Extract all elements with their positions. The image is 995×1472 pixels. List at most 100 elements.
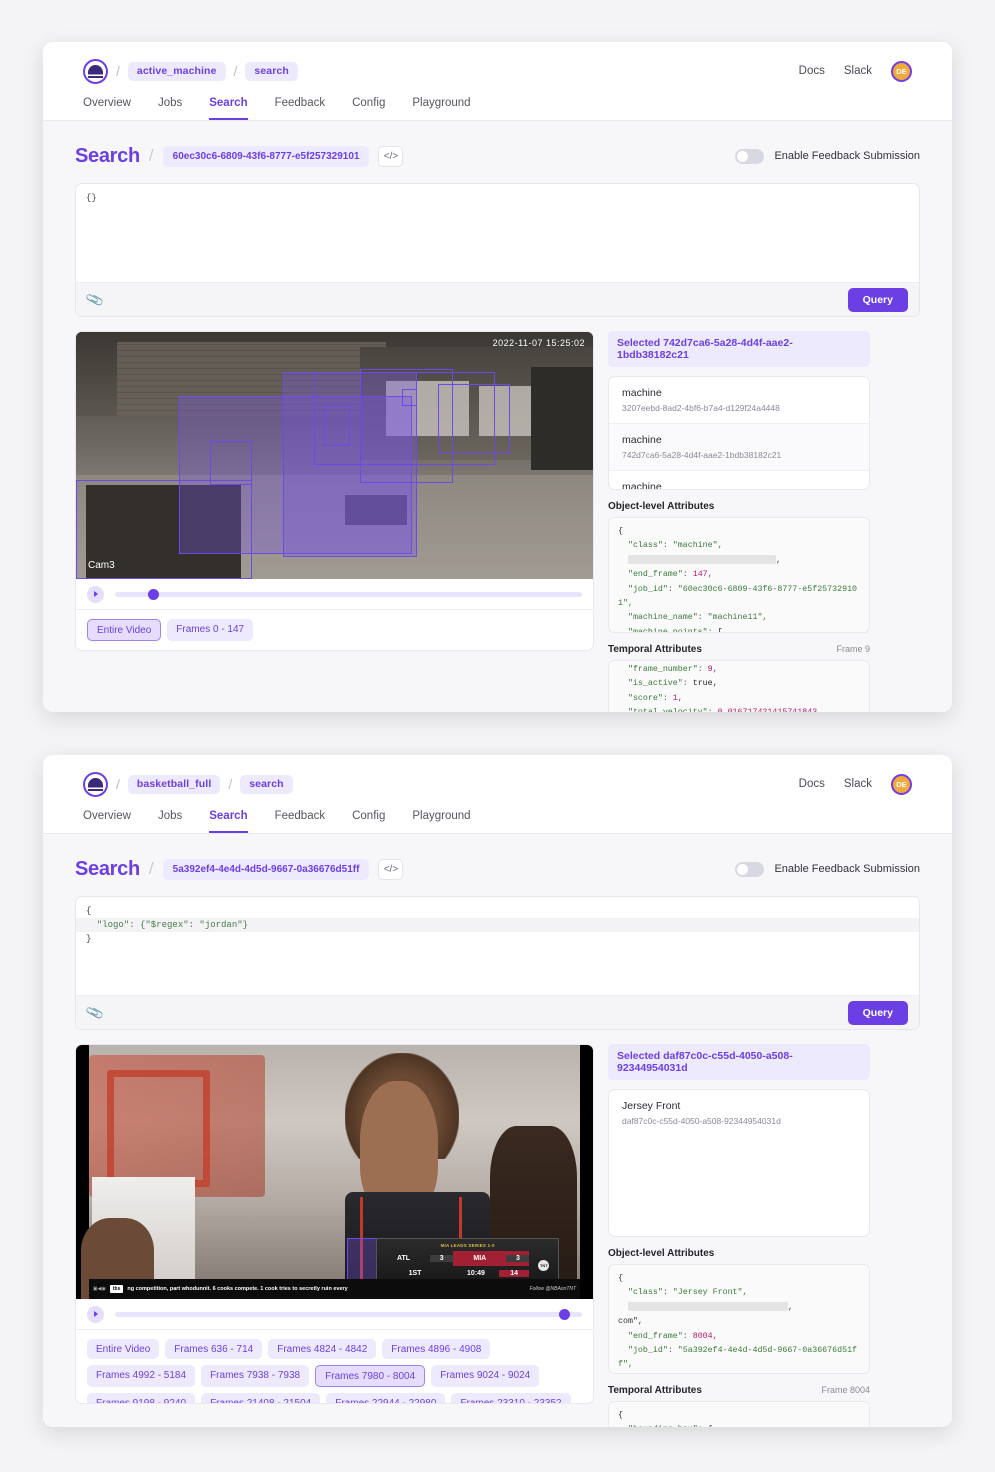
- scoreboard-overlay: MIA LEADS SERIES 1-0 ATL 3 1ST: [376, 1238, 560, 1281]
- nav-link-slack[interactable]: Slack: [844, 65, 872, 77]
- list-item[interactable]: machine 3207eebd-8ad2-4bf6-b7a4-d129f24a…: [609, 377, 869, 424]
- bounding-box[interactable]: [402, 389, 418, 406]
- temporal-attributes-json[interactable]: "frame_number": 9, "is_active": true, "s…: [608, 660, 870, 712]
- frame-chip[interactable]: Frames 23310 - 23352: [451, 1393, 570, 1403]
- breadcrumb-project[interactable]: active_machine: [128, 62, 226, 81]
- top-navbar: / basketball_full / search Docs Slack DE…: [43, 755, 952, 834]
- page-title: Search: [75, 145, 140, 168]
- tab-config[interactable]: Config: [352, 97, 385, 120]
- temporal-attributes-json[interactable]: { "bounding_box": { "x1": 652.6764857338…: [608, 1401, 870, 1427]
- list-item[interactable]: Jersey Front daf87c0c-c55d-4050-a508-923…: [609, 1090, 869, 1136]
- tab-feedback[interactable]: Feedback: [275, 97, 326, 120]
- json-line: {: [618, 1272, 860, 1286]
- video-scrubber[interactable]: [76, 579, 593, 609]
- query-editor[interactable]: { "logo": {"$regex": "jordan"} } 📎 Query: [75, 896, 920, 1030]
- list-item[interactable]: machine: [609, 471, 869, 490]
- tab-jobs[interactable]: Jobs: [158, 97, 182, 120]
- play-icon[interactable]: [87, 586, 104, 603]
- query-editor[interactable]: {} 📎 Query: [75, 183, 920, 317]
- tab-overview[interactable]: Overview: [83, 810, 131, 833]
- tab-playground[interactable]: Playground: [412, 810, 470, 833]
- section-title: Object-level Attributes: [608, 501, 714, 512]
- frame-chip[interactable]: Frames 9198 - 9240: [87, 1393, 195, 1403]
- query-editor-body[interactable]: { "logo": {"$regex": "jordan"} }: [76, 897, 919, 995]
- breadcrumb-section[interactable]: search: [245, 62, 297, 81]
- nav-link-slack[interactable]: Slack: [844, 778, 872, 790]
- frame-chip[interactable]: Frames 9024 - 9024: [431, 1365, 539, 1387]
- scrubber-track[interactable]: [115, 592, 582, 597]
- tab-bar: Overview Jobs Search Feedback Config Pla…: [83, 801, 912, 833]
- frame-chip[interactable]: Frames 4896 - 4908: [382, 1339, 490, 1359]
- frame-chip[interactable]: Frames 636 - 714: [165, 1339, 262, 1359]
- json-line: "machine_name": "machine11",: [618, 611, 860, 625]
- feedback-submission-toggle[interactable]: [735, 149, 764, 164]
- paperclip-icon[interactable]: 📎: [85, 289, 106, 310]
- scrubber-thumb[interactable]: [559, 1309, 570, 1320]
- avatar[interactable]: DE: [891, 774, 912, 795]
- avatar[interactable]: DE: [891, 61, 912, 82]
- query-editor-footer: 📎 Query: [76, 282, 919, 316]
- breadcrumb-section[interactable]: search: [240, 775, 292, 794]
- bounding-box[interactable]: [324, 406, 350, 446]
- query-button[interactable]: Query: [848, 1001, 908, 1025]
- video-frame-warehouse[interactable]: 2022-11-07 15:25:02 Cam3: [76, 332, 593, 579]
- tab-config[interactable]: Config: [352, 810, 385, 833]
- code-brackets-icon[interactable]: </>: [378, 859, 403, 880]
- tab-feedback[interactable]: Feedback: [275, 810, 326, 833]
- feedback-submission-toggle[interactable]: [735, 862, 764, 877]
- ticker-text: ng competition, part whodunnit. 6 cooks …: [127, 1286, 525, 1292]
- code-brackets-icon[interactable]: </>: [378, 146, 403, 167]
- tab-overview[interactable]: Overview: [83, 97, 131, 120]
- object-list[interactable]: machine 3207eebd-8ad2-4bf6-b7a4-d129f24a…: [608, 376, 870, 490]
- bounding-box[interactable]: [438, 384, 510, 453]
- job-id-pill[interactable]: 5a392ef4-4e4d-4d5d-9667-0a36676d51ff: [163, 859, 370, 880]
- video-column: 2022-11-07 15:25:02 Cam3: [75, 331, 594, 712]
- tab-jobs[interactable]: Jobs: [158, 810, 182, 833]
- tab-playground[interactable]: Playground: [412, 97, 470, 120]
- temporal-attributes-header: Temporal Attributes Frame 8004: [608, 1385, 870, 1396]
- query-editor-body[interactable]: {}: [76, 184, 919, 282]
- json-line: ,: [618, 554, 860, 568]
- video-frame-basketball[interactable]: MIA LEADS SERIES 1-0 ATL 3 1ST: [76, 1045, 593, 1299]
- object-attributes-json[interactable]: { "class": "Jersey Front", ,com", "end_f…: [608, 1264, 870, 1374]
- tab-search[interactable]: Search: [209, 810, 247, 833]
- query-editor-line: "logo": {"$regex": "jordan"}: [76, 918, 919, 932]
- ticker-bar: ▣◀◉ tbs ng competition, part whodunnit. …: [89, 1279, 580, 1299]
- bounding-box[interactable]: [76, 480, 252, 579]
- scrubber-thumb[interactable]: [148, 589, 159, 600]
- nav-link-docs[interactable]: Docs: [799, 65, 825, 77]
- section-title: Temporal Attributes: [608, 1385, 702, 1396]
- job-id-pill[interactable]: 60ec30c6-6809-43f6-8777-e5f257329101: [163, 146, 370, 167]
- nav-link-docs[interactable]: Docs: [799, 778, 825, 790]
- tab-search[interactable]: Search: [209, 97, 247, 120]
- frame-chip[interactable]: Frames 7980 - 8004: [315, 1365, 425, 1387]
- query-button[interactable]: Query: [848, 288, 908, 312]
- frame-chip-entire-video[interactable]: Entire Video: [87, 1339, 159, 1359]
- frame-chip[interactable]: Frames 4992 - 5184: [87, 1365, 195, 1387]
- frame-chip[interactable]: Frames 21408 - 21504: [201, 1393, 320, 1403]
- selected-object-bar: Selected daf87c0c-c55d-4050-a508-9234495…: [608, 1044, 870, 1080]
- play-icon[interactable]: [87, 1306, 104, 1323]
- scrubber-track[interactable]: [115, 1312, 582, 1317]
- sunset-logo-icon[interactable]: [83, 772, 108, 797]
- video-scrubber[interactable]: [76, 1299, 593, 1329]
- query-editor-footer: 📎 Query: [76, 995, 919, 1029]
- json-line: "end_frame": 8004,: [618, 1330, 860, 1344]
- paperclip-icon[interactable]: 📎: [85, 1002, 106, 1023]
- frame-chip[interactable]: Frames 22944 - 22980: [326, 1393, 445, 1403]
- object-attributes-json[interactable]: { "class": "machine", , "end_frame": 147…: [608, 517, 870, 633]
- frame-chip[interactable]: Frames 7938 - 7938: [201, 1365, 309, 1387]
- object-list[interactable]: Jersey Front daf87c0c-c55d-4050-a508-923…: [608, 1089, 870, 1237]
- section-title: Object-level Attributes: [608, 1248, 714, 1259]
- bounding-box[interactable]: [210, 441, 251, 485]
- frame-chip-entire-video[interactable]: Entire Video: [87, 619, 161, 641]
- temporal-attributes-header: Temporal Attributes Frame 9: [608, 644, 870, 655]
- frame-chip[interactable]: Frames 4824 - 4842: [268, 1339, 376, 1359]
- sunset-logo-icon[interactable]: [83, 59, 108, 84]
- list-item[interactable]: machine 742d7ca6-5a28-4d4f-aae2-1bdb3818…: [609, 424, 869, 471]
- page-body: Search / 60ec30c6-6809-43f6-8777-e5f2573…: [43, 121, 952, 712]
- breadcrumb-separator: /: [234, 63, 238, 79]
- frame-chip-list: Entire Video Frames 0 - 147: [76, 609, 593, 650]
- frame-chip[interactable]: Frames 0 - 147: [167, 619, 253, 641]
- breadcrumb-project[interactable]: basketball_full: [128, 775, 220, 794]
